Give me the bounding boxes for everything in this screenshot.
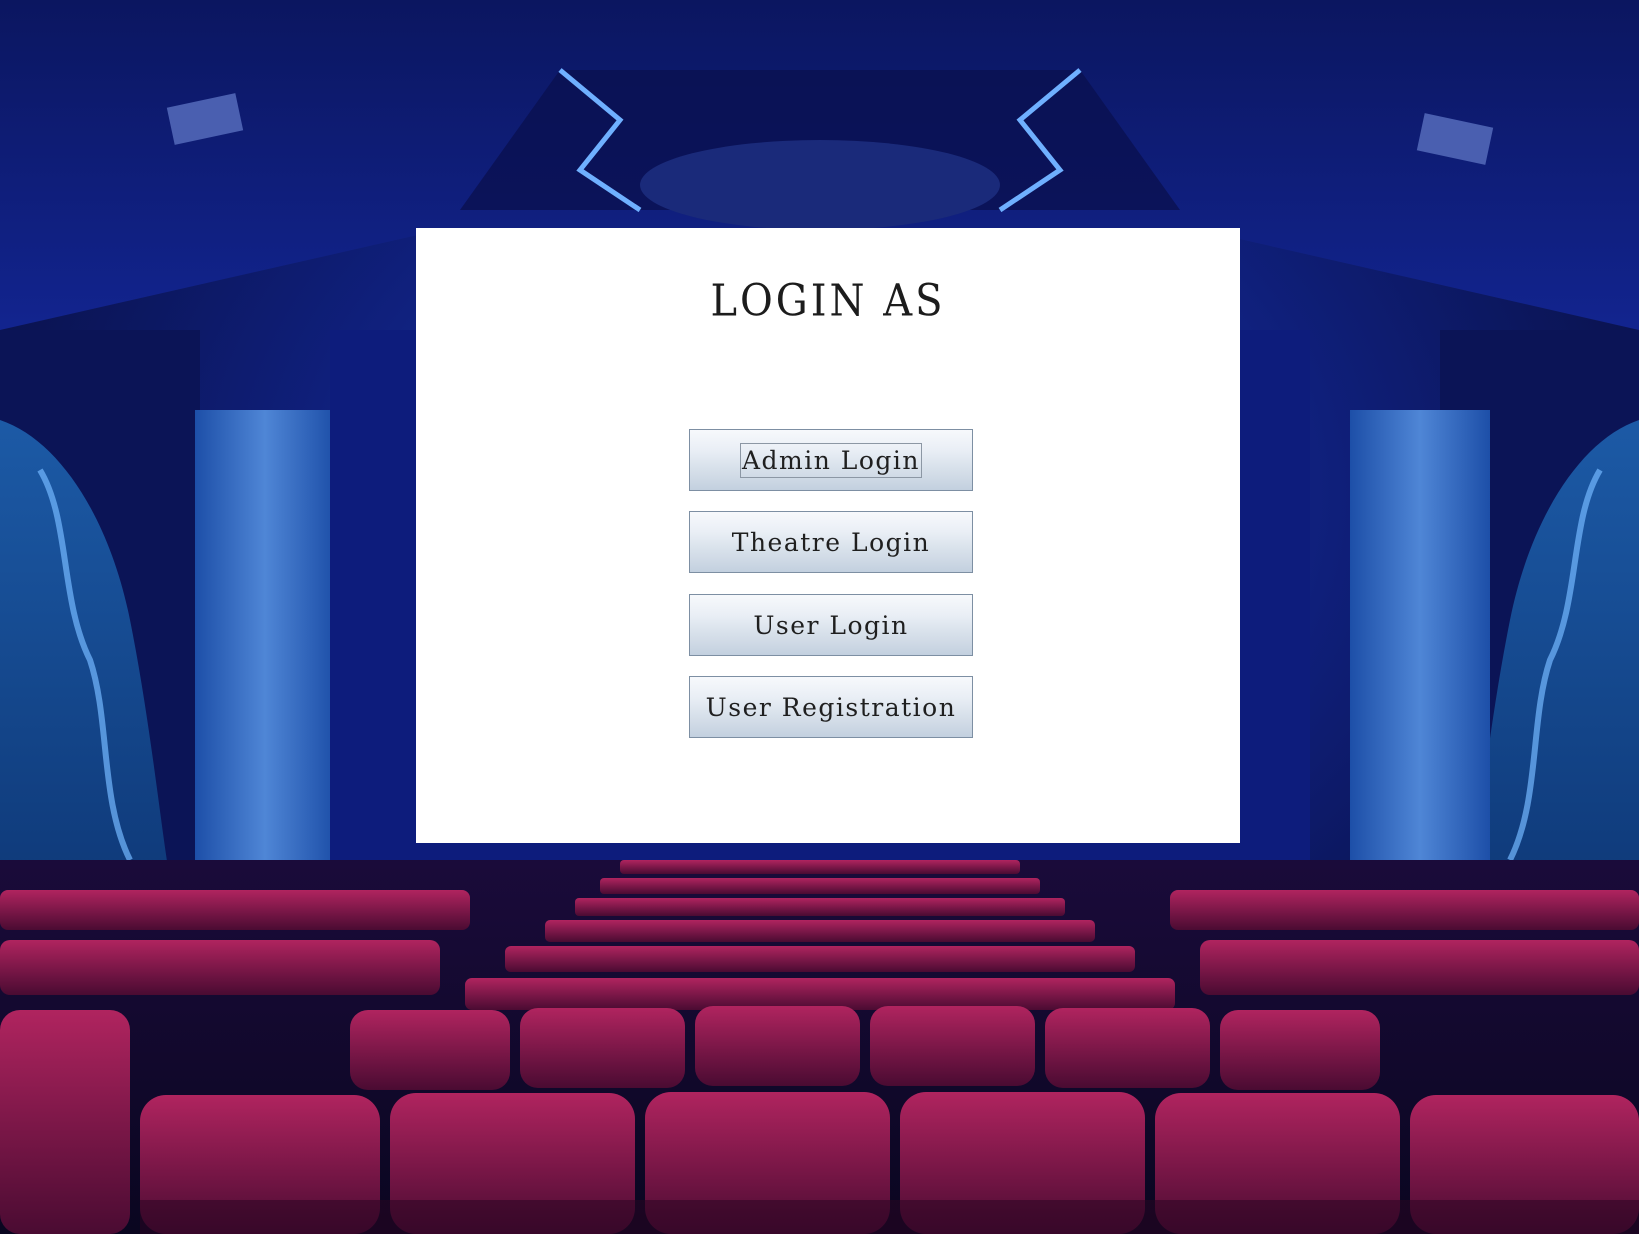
theatre-login-button[interactable]: Theatre Login	[689, 511, 973, 573]
admin-login-label: Admin Login	[739, 442, 923, 478]
user-registration-button[interactable]: User Registration	[689, 676, 973, 738]
admin-login-button[interactable]: Admin Login	[689, 429, 973, 491]
login-panel: LOGIN AS Admin Login Theatre Login User …	[416, 228, 1240, 843]
user-registration-label: User Registration	[705, 692, 957, 722]
login-as-title: LOGIN AS	[710, 275, 946, 327]
theatre-login-label: Theatre Login	[731, 527, 931, 557]
user-login-button[interactable]: User Login	[689, 594, 973, 656]
user-login-label: User Login	[753, 610, 909, 640]
login-window: LOGIN AS Admin Login Theatre Login User …	[0, 0, 1639, 1234]
